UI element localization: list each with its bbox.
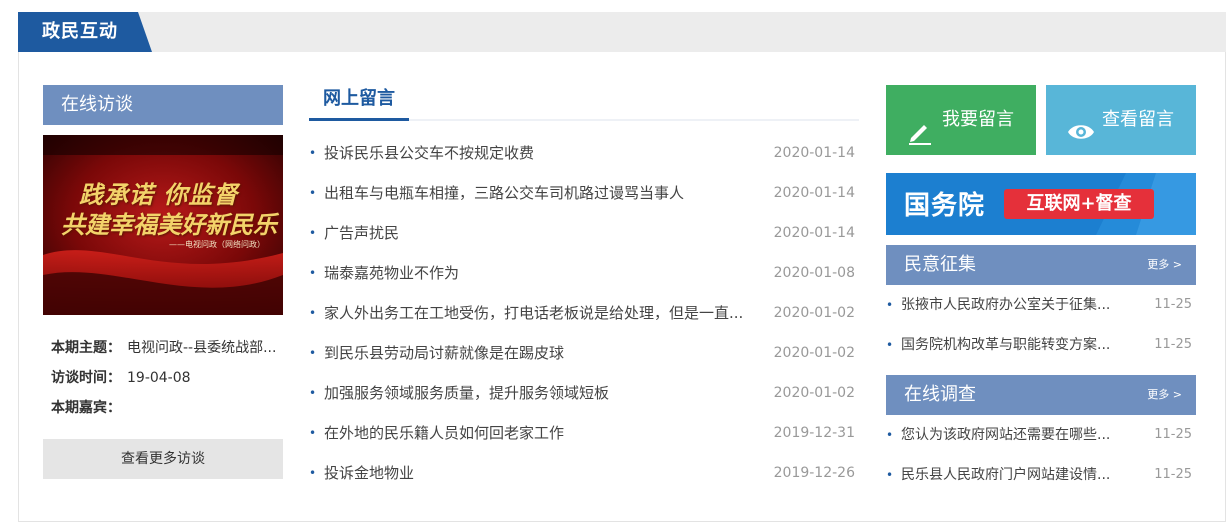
info-label: 本期嘉宾：: [51, 400, 121, 416]
interview-column: 在线访谈 践承诺 你监督 共建幸福美好新民乐 ——电视问政（网络问政） 本期主题…: [43, 85, 283, 479]
survey-item[interactable]: • 民乐县人民政府门户网站建设情... 11-25: [886, 455, 1196, 495]
message-title[interactable]: 投诉金地物业: [324, 453, 769, 493]
message-title[interactable]: 家人外出务工在工地受伤，打电话老板说是给处理，但是一直...: [324, 293, 769, 333]
message-date: 2020-01-14: [773, 145, 855, 161]
dot-icon: •: [309, 466, 317, 480]
dot-icon: •: [309, 306, 317, 320]
message-item[interactable]: • 投诉金地物业 2019-12-26: [309, 453, 859, 493]
dot-icon: •: [309, 386, 317, 400]
tab-messages[interactable]: 网上留言: [309, 85, 409, 121]
dot-icon: •: [309, 266, 317, 280]
opinion-title: 民意征集: [904, 254, 976, 275]
action-buttons: 我要留言 查看留言: [886, 85, 1196, 155]
more-interviews-button[interactable]: 查看更多访谈: [43, 439, 283, 479]
opinion-item-title[interactable]: 张掖市人民政府办公室关于征集...: [901, 285, 1141, 325]
message-item[interactable]: • 广告声扰民 2020-01-14: [309, 213, 859, 253]
opinion-header: 民意征集 更多 >: [886, 245, 1196, 285]
dot-icon: •: [886, 428, 894, 442]
opinion-item-date: 11-25: [1154, 297, 1192, 312]
message-item[interactable]: • 出租车与电瓶车相撞，三路公交车司机路过谩骂当事人 2020-01-14: [309, 173, 859, 213]
message-date: 2019-12-31: [773, 425, 855, 441]
dot-icon: •: [309, 146, 317, 160]
info-row-time: 访谈时间： 19-04-08: [51, 363, 283, 393]
survey-list: • 您认为该政府网站还需要在哪些... 11-25 • 民乐县人民政府门户网站建设情.…: [886, 415, 1196, 495]
message-date: 2020-01-02: [773, 345, 855, 361]
survey-title: 在线调查: [904, 384, 976, 405]
dot-icon: •: [886, 338, 894, 352]
message-item[interactable]: • 家人外出务工在工地受伤，打电话老板说是给处理，但是一直... 2020-01-0…: [309, 293, 859, 333]
message-item[interactable]: • 瑞泰嘉苑物业不作为 2020-01-08: [309, 253, 859, 293]
survey-item-title[interactable]: 您认为该政府网站还需要在哪些...: [901, 415, 1141, 455]
message-date: 2020-01-14: [773, 225, 855, 241]
message-title[interactable]: 投诉民乐县公交车不按规定收费: [324, 133, 769, 173]
message-date: 2019-12-26: [773, 465, 855, 481]
opinion-item-date: 11-25: [1154, 337, 1192, 352]
message-item[interactable]: • 投诉民乐县公交车不按规定收费 2020-01-14: [309, 133, 859, 173]
survey-header: 在线调查 更多 >: [886, 375, 1196, 415]
message-date: 2020-01-02: [773, 385, 855, 401]
info-row-guest: 本期嘉宾：: [51, 393, 283, 423]
messages-header: 网上留言: [309, 85, 859, 121]
message-item[interactable]: • 加强服务领域服务质量，提升服务领域短板 2020-01-02: [309, 373, 859, 413]
info-value: 电视问政--县委统战部...: [127, 340, 277, 356]
opinion-item-title[interactable]: 国务院机构改革与职能转变方案...: [901, 325, 1141, 365]
message-title[interactable]: 广告声扰民: [324, 213, 769, 253]
dot-icon: •: [309, 426, 317, 440]
view-messages-label: 查看留言: [1102, 109, 1174, 130]
message-title[interactable]: 在外地的民乐籍人员如何回老家工作: [324, 413, 769, 453]
banner-pill-text: 互联网+督查: [1004, 189, 1154, 219]
image-slogan-line3: ——电视问政（网络问政）: [169, 240, 265, 249]
write-message-button[interactable]: 我要留言: [886, 85, 1036, 155]
opinion-list: • 张掖市人民政府办公室关于征集... 11-25 • 国务院机构改革与职能转变方案.…: [886, 285, 1196, 365]
survey-item[interactable]: • 您认为该政府网站还需要在哪些... 11-25: [886, 415, 1196, 455]
message-date: 2020-01-02: [773, 305, 855, 321]
dot-icon: •: [309, 346, 317, 360]
image-slogan-line2: 共建幸福美好新民乐: [61, 211, 277, 239]
info-label: 访谈时间：: [51, 370, 121, 386]
message-item[interactable]: • 在外地的民乐籍人员如何回老家工作 2019-12-31: [309, 413, 859, 453]
info-label: 本期主题：: [51, 340, 121, 356]
eye-icon: [1066, 106, 1096, 176]
opinion-item[interactable]: • 国务院机构改革与职能转变方案... 11-25: [886, 325, 1196, 365]
dot-icon: •: [886, 468, 894, 482]
header-title: 政民互动: [42, 21, 118, 42]
info-row-topic: 本期主题： 电视问政--县委统战部...: [51, 333, 283, 363]
message-title[interactable]: 出租车与电瓶车相撞，三路公交车司机路过谩骂当事人: [324, 173, 769, 213]
message-date: 2020-01-08: [773, 265, 855, 281]
dot-icon: •: [309, 226, 317, 240]
message-date: 2020-01-14: [773, 185, 855, 201]
info-value: 19-04-08: [127, 370, 191, 386]
survey-item-date: 11-25: [1154, 427, 1192, 442]
interview-section-title: 在线访谈: [43, 85, 283, 125]
supervision-banner[interactable]: 国务院 互联网+督查: [886, 173, 1196, 235]
interview-info: 本期主题： 电视问政--县委统战部... 访谈时间： 19-04-08 本期嘉宾：: [43, 333, 283, 423]
opinion-item[interactable]: • 张掖市人民政府办公室关于征集... 11-25: [886, 285, 1196, 325]
opinion-more-link[interactable]: 更多 >: [1147, 245, 1182, 285]
message-title[interactable]: 加强服务领域服务质量，提升服务领域短板: [324, 373, 769, 413]
view-messages-button[interactable]: 查看留言: [1046, 85, 1196, 155]
survey-item-title[interactable]: 民乐县人民政府门户网站建设情...: [901, 455, 1141, 495]
header-bar: [18, 12, 1226, 52]
interaction-column: 我要留言 查看留言 国务院 互联网+督查 民意征集 更多 > • 张掖市人民政府办…: [886, 85, 1196, 495]
survey-item-date: 11-25: [1154, 467, 1192, 482]
message-title[interactable]: 瑞泰嘉苑物业不作为: [324, 253, 769, 293]
message-title[interactable]: 到民乐县劳动局讨薪就像是在踢皮球: [324, 333, 769, 373]
interview-image[interactable]: 践承诺 你监督 共建幸福美好新民乐 ——电视问政（网络问政）: [43, 135, 283, 315]
dot-icon: •: [309, 186, 317, 200]
write-message-label: 我要留言: [942, 109, 1014, 130]
messages-list: • 投诉民乐县公交车不按规定收费 2020-01-14 • 出租车与电瓶车相撞，三路公…: [309, 133, 859, 493]
dot-icon: •: [886, 298, 894, 312]
messages-column: 网上留言 • 投诉民乐县公交车不按规定收费 2020-01-14 • 出租车与电瓶车相…: [309, 85, 859, 493]
header-tab: 政民互动: [18, 12, 152, 52]
pencil-icon: [906, 106, 934, 176]
message-item[interactable]: • 到民乐县劳动局讨薪就像是在踢皮球 2020-01-02: [309, 333, 859, 373]
survey-more-link[interactable]: 更多 >: [1147, 375, 1182, 415]
banner-left-text: 国务院: [904, 191, 986, 221]
